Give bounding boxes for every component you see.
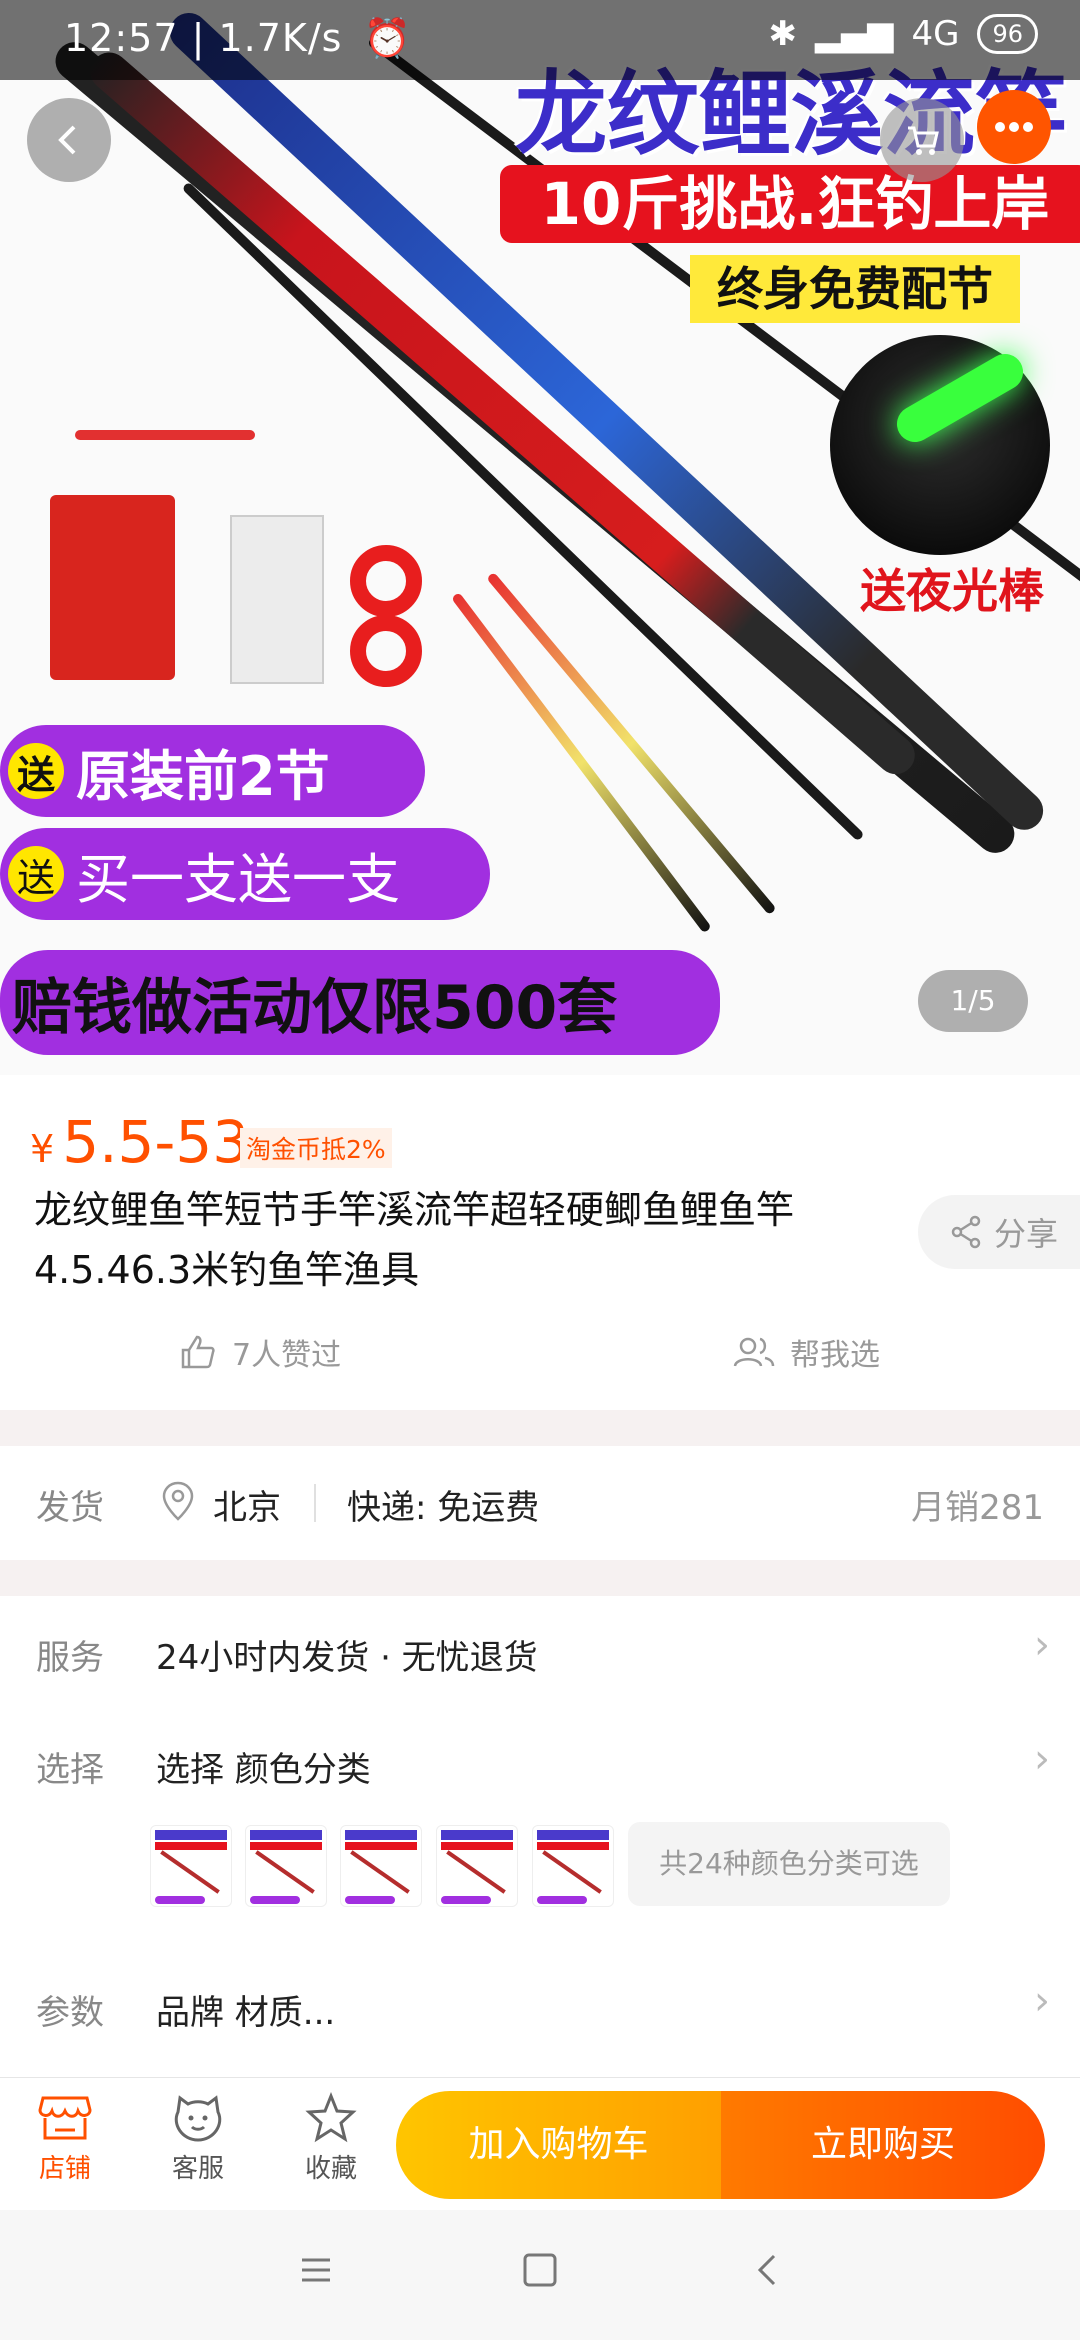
select-value: 选择 颜色分类 (156, 1750, 371, 1790)
promo-text-2: 买一支送一支 (76, 847, 400, 911)
add-to-cart-button[interactable]: 加入购物车 (396, 2091, 721, 2199)
signal-icon: ▂▄▆ (815, 14, 894, 54)
color-option-thumb[interactable] (150, 1825, 232, 1907)
color-option-thumb[interactable] (340, 1825, 422, 1907)
chevron-right-icon: › (1034, 1736, 1050, 1782)
thumbs-up-icon (181, 1335, 215, 1369)
line-spool-1 (350, 545, 422, 617)
line-spool-2 (350, 615, 422, 687)
params-label: 参数 (36, 1993, 104, 2033)
service-value: 24小时内发货 · 无忧退货 (156, 1638, 538, 1678)
chevron-left-icon (58, 125, 76, 155)
store-icon (38, 2096, 92, 2140)
shipping-label: 发货 (36, 1488, 104, 1528)
back-button[interactable] (27, 98, 111, 182)
buy-now-button[interactable]: 立即购买 (721, 2091, 1045, 2199)
status-time-speed: 12:57 | 1.7K/s (64, 16, 343, 60)
color-options-count[interactable]: 共24种颜色分类可选 (628, 1822, 950, 1906)
promo-badge: 送 (8, 743, 64, 799)
likes-count: 7人赞过 (232, 1338, 342, 1373)
select-label: 选择 (36, 1750, 104, 1790)
share-label: 分享 (994, 1215, 1059, 1253)
promo-text-3: 赔钱做活动仅限500套 (12, 973, 618, 1043)
hook-remover (75, 430, 255, 440)
bait-bag (50, 495, 175, 680)
more-dots-icon (995, 122, 1033, 132)
help-choose-button[interactable]: 帮我选 (732, 1330, 880, 1374)
promo-pill-3: 赔钱做活动仅限500套 (0, 950, 720, 1055)
float-1 (451, 591, 712, 934)
status-bar: 12:57 | 1.7K/s ⏰ ✱ ▂▄▆ 4G 96 (0, 0, 1080, 80)
night-stick-label: 送夜光棒 (860, 564, 1044, 618)
help-choose-label: 帮我选 (790, 1338, 880, 1373)
price: ¥5.5-53 (30, 1108, 249, 1176)
promo-pill-1: 送 原装前2节 (0, 725, 425, 817)
product-title: 龙纹鲤鱼竿短节手竿溪流竿超轻硬鲫鱼鲤鱼竿4.5.46.3米钓鱼竿渔具 (34, 1188, 795, 1292)
cart-button[interactable] (880, 98, 964, 182)
store-label: 店铺 (38, 2154, 91, 2184)
price-currency: ¥ (30, 1127, 55, 1171)
shipping-city: 北京 (213, 1488, 281, 1528)
hero-banner-yellow: 终身免费配节 (690, 255, 1020, 323)
promo-pill-2: 送 买一支送一支 (0, 828, 490, 920)
network-type: 4G (911, 14, 960, 54)
battery-icon: 96 (977, 14, 1038, 54)
params-value: 品牌 材质... (156, 1993, 336, 2033)
coin-discount-tag: 淘金币抵2% (240, 1128, 392, 1168)
customer-service-tab[interactable]: 客服 (143, 2092, 253, 2185)
hook-card (230, 515, 324, 684)
location-pin-icon (162, 1481, 194, 1521)
like-button[interactable]: 7人赞过 (178, 1330, 341, 1374)
divider (0, 1560, 1080, 1596)
bluetooth-icon: ✱ (768, 14, 798, 54)
monthly-sales: 月销281 (911, 1488, 1044, 1528)
image-counter: 1/5 (918, 970, 1028, 1032)
shipping-express: 快递: 免运费 (347, 1488, 540, 1528)
bottom-action-bar: 店铺 客服 收藏 加入购物车 立即购买 (0, 2077, 1080, 2211)
promo-badge: 送 (8, 846, 64, 902)
divider (314, 1484, 316, 1522)
hero-banner-red: 10斤挑战.狂钓上岸 (500, 165, 1080, 243)
color-option-thumb[interactable] (532, 1825, 614, 1907)
color-option-thumb[interactable] (245, 1825, 327, 1907)
chevron-right-icon: › (1034, 1978, 1050, 2024)
people-icon (733, 1337, 775, 1367)
store-tab[interactable]: 店铺 (10, 2092, 120, 2185)
color-option-thumb[interactable] (436, 1825, 518, 1907)
alarm-icon: ⏰ (363, 16, 412, 60)
home-square-icon[interactable] (520, 2250, 560, 2290)
promo-text-1: 原装前2节 (76, 744, 330, 808)
more-button[interactable] (977, 90, 1051, 164)
customer-service-label: 客服 (171, 2154, 224, 2184)
star-icon (305, 2092, 357, 2143)
share-button[interactable]: 分享 (918, 1195, 1080, 1269)
service-label: 服务 (36, 1638, 104, 1678)
favorite-label: 收藏 (304, 2154, 357, 2184)
share-icon (951, 1215, 981, 1249)
menu-icon[interactable] (296, 2250, 336, 2290)
chevron-right-icon: › (1034, 1622, 1050, 1668)
divider (0, 1410, 1080, 1446)
chat-face-icon (174, 2095, 222, 2142)
cart-icon (908, 126, 939, 155)
system-nav-bar (0, 2210, 1080, 2340)
back-icon[interactable] (748, 2250, 788, 2290)
price-value: 5.5-53 (62, 1108, 250, 1176)
favorite-tab[interactable]: 收藏 (276, 2092, 386, 2185)
